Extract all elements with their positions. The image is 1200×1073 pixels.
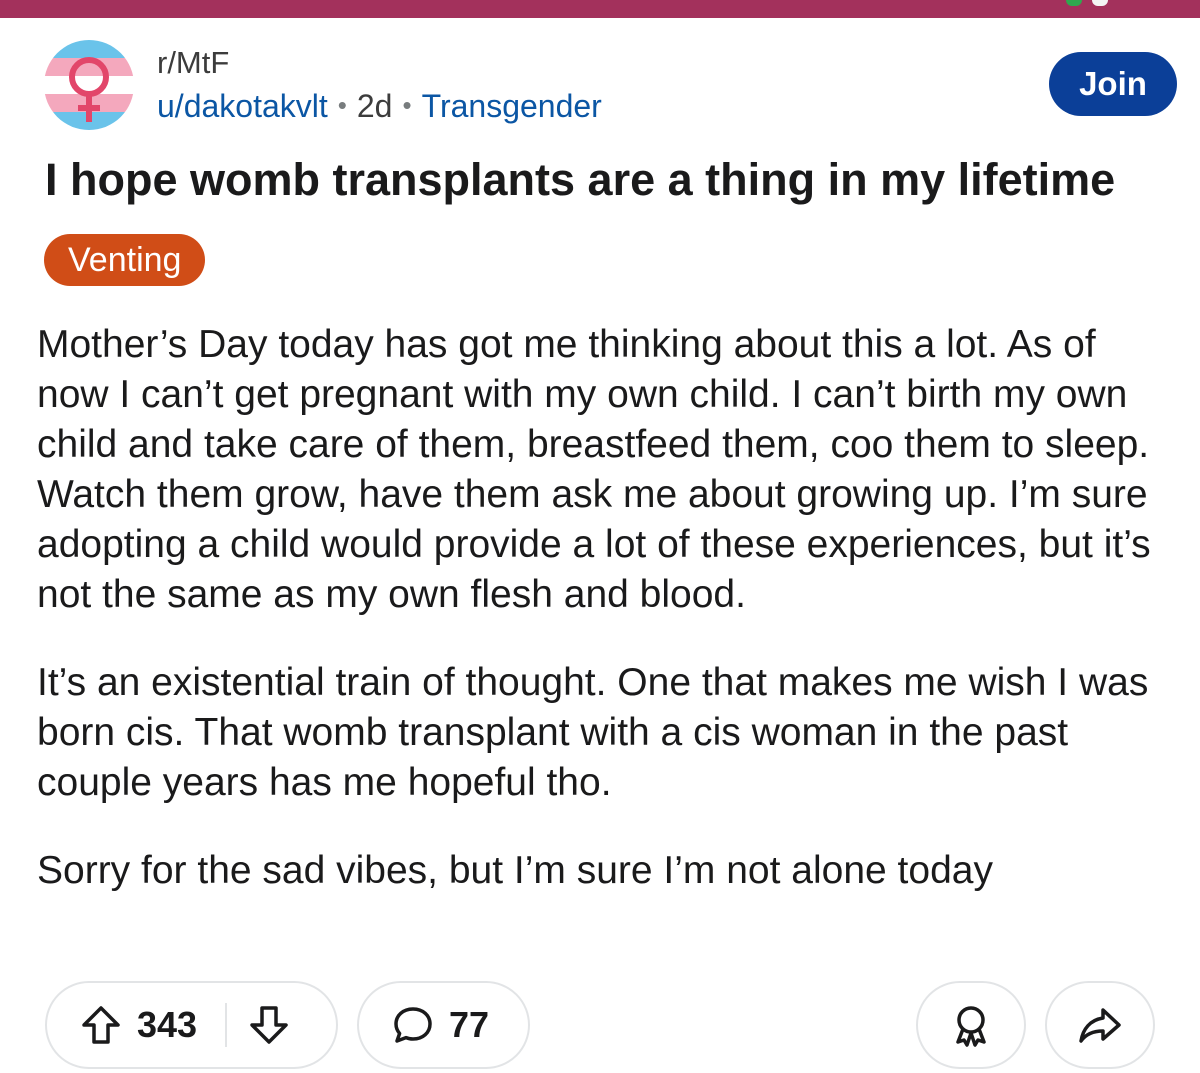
comment-count: 77: [449, 1004, 490, 1045]
subreddit-name[interactable]: r/MtF: [157, 44, 602, 82]
meta-separator: •: [337, 90, 347, 120]
arrow-up-icon[interactable]: [79, 1003, 123, 1047]
body-paragraph: Mother’s Day today has got me thinking a…: [37, 323, 1151, 616]
comments-button[interactable]: 77: [357, 981, 530, 1069]
post-flair[interactable]: Venting: [44, 234, 206, 286]
author-username[interactable]: u/dakotakvlt: [157, 88, 328, 124]
trans-flag-venus-icon: [44, 40, 134, 130]
arrow-down-icon[interactable]: [247, 1003, 291, 1047]
subreddit-avatar[interactable]: [44, 40, 134, 130]
post-title[interactable]: I hope womb transplants are a thing in m…: [45, 152, 1115, 208]
award-button[interactable]: [916, 981, 1026, 1069]
status-indicator-icon: [1066, 0, 1082, 6]
share-button[interactable]: [1045, 981, 1155, 1069]
body-paragraph: It’s an existential train of thought. On…: [37, 661, 1149, 804]
post-meta: u/dakotakvlt • 2d • Transgender: [157, 86, 602, 128]
vote-divider: [225, 1003, 228, 1047]
join-button[interactable]: Join: [1049, 52, 1177, 116]
speech-bubble-icon: [391, 1003, 435, 1047]
share-arrow-icon: [1077, 1002, 1123, 1048]
post-header: r/MtF u/dakotakvlt • 2d • Transgender: [157, 44, 602, 128]
upvote-count: 343: [137, 1004, 198, 1045]
vote-bar: 343: [45, 981, 338, 1069]
award-icon: [948, 1002, 994, 1048]
body-paragraph: Sorry for the sad vibes, but I’m sure I’…: [37, 849, 993, 892]
post-body: Mother’s Day today has got me thinking a…: [37, 320, 1177, 934]
top-bar: [0, 0, 1200, 18]
topic-link[interactable]: Transgender: [422, 88, 602, 124]
post-age: 2d: [356, 88, 393, 124]
meta-separator: •: [402, 90, 412, 120]
status-indicator-icon: [1092, 0, 1108, 6]
